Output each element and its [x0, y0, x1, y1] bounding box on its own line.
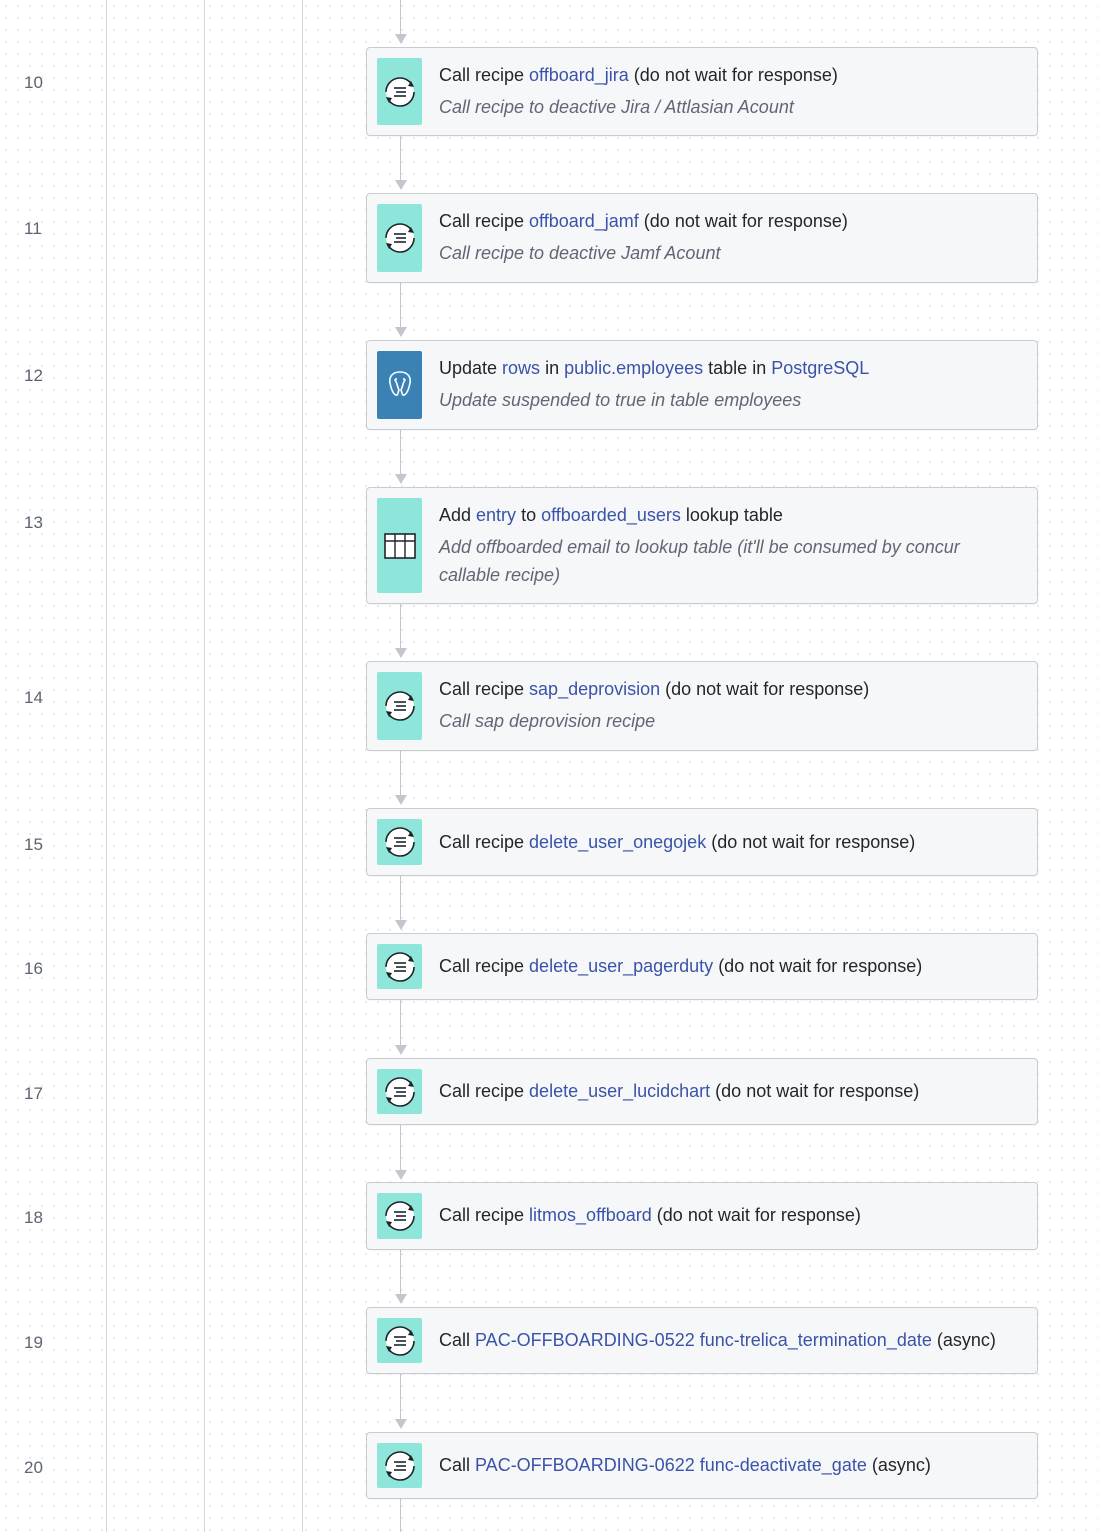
step-title-text: (do not wait for response): [651, 1205, 861, 1225]
step-title: Call recipe delete_user_onegojek (do not…: [439, 830, 1025, 854]
step-title-text: (do not wait for response): [638, 211, 848, 231]
step-link[interactable]: public.employees: [564, 358, 703, 378]
nesting-guide-line: [204, 0, 205, 1532]
step-link[interactable]: delete_user_pagerduty: [529, 956, 713, 976]
step-title-text: (do not wait for response): [706, 832, 916, 852]
nesting-guide-line: [106, 0, 107, 1532]
step-title-text: Call recipe: [439, 956, 530, 976]
step-link[interactable]: sap_deprovision: [529, 679, 660, 699]
step-title: Call recipe sap_deprovision (do not wait…: [439, 677, 1025, 701]
step-title: Add entry to offboarded_users lookup tab…: [439, 503, 1025, 527]
step-card[interactable]: Add entry to offboarded_users lookup tab…: [366, 487, 1038, 604]
step-title: Call recipe litmos_offboard (do not wait…: [439, 1203, 1025, 1227]
line-number: 14: [24, 688, 43, 707]
step-description: Call recipe to deactive Jamf Acount: [439, 243, 721, 263]
call-recipe-icon: [377, 1193, 422, 1239]
step-title-text: Call recipe: [439, 1205, 530, 1225]
line-number: 10: [24, 73, 43, 92]
step-link[interactable]: litmos_offboard: [529, 1205, 652, 1225]
step-title: Call PAC-OFFBOARDING-0522 func-trelica_t…: [439, 1328, 1025, 1352]
call-recipe-icon: [377, 819, 422, 865]
step-card[interactable]: Call recipe offboard_jamf (do not wait f…: [366, 193, 1038, 283]
step-title-text: Call recipe: [439, 65, 530, 85]
step-title-text: (do not wait for response): [628, 65, 838, 85]
step-link[interactable]: offboard_jira: [529, 65, 629, 85]
step-link[interactable]: delete_user_lucidchart: [529, 1081, 710, 1101]
line-number: 16: [24, 959, 43, 978]
step-title-text: Call recipe: [439, 832, 530, 852]
step-description: Call recipe to deactive Jira / Attlasian…: [439, 97, 794, 117]
step-title-text: Call recipe: [439, 679, 530, 699]
line-number: 12: [24, 366, 43, 385]
step-link[interactable]: PAC-OFFBOARDING-0622 func-deactivate_gat…: [475, 1455, 867, 1475]
step-title: Update rows in public.employees table in…: [439, 356, 1025, 380]
step-link[interactable]: entry: [476, 505, 516, 525]
step-card[interactable]: Call recipe offboard_jira (do not wait f…: [366, 47, 1038, 136]
step-card[interactable]: Call recipe litmos_offboard (do not wait…: [366, 1182, 1038, 1250]
step-title: Call recipe delete_user_pagerduty (do no…: [439, 954, 1025, 978]
line-number: 18: [24, 1208, 43, 1227]
step-title-text: to: [516, 505, 542, 525]
line-number: 15: [24, 835, 43, 854]
step-title-text: Update: [439, 358, 503, 378]
nesting-guide-line: [302, 0, 303, 1532]
step-card[interactable]: Call recipe sap_deprovision (do not wait…: [366, 661, 1038, 751]
lookup-table-icon: [377, 498, 422, 593]
call-recipe-icon: [377, 204, 422, 272]
step-link[interactable]: rows: [502, 358, 540, 378]
call-recipe-icon: [377, 1443, 422, 1488]
step-title: Call recipe delete_user_lucidchart (do n…: [439, 1079, 1025, 1103]
step-card[interactable]: Call recipe delete_user_onegojek (do not…: [366, 808, 1038, 876]
call-recipe-icon: [377, 1069, 422, 1114]
step-title-text: lookup table: [680, 505, 783, 525]
step-title: Call PAC-OFFBOARDING-0622 func-deactivat…: [439, 1453, 1025, 1477]
line-number: 20: [24, 1458, 43, 1477]
step-card[interactable]: Update rows in public.employees table in…: [366, 340, 1038, 430]
line-number: 11: [24, 219, 42, 238]
step-title-text: Call recipe: [439, 211, 530, 231]
step-card[interactable]: Call recipe delete_user_lucidchart (do n…: [366, 1058, 1038, 1125]
step-title-text: in: [540, 358, 565, 378]
postgresql-icon: [377, 351, 422, 419]
step-title-text: (do not wait for response): [710, 1081, 920, 1101]
line-number: 13: [24, 513, 43, 532]
step-card[interactable]: Call recipe delete_user_pagerduty (do no…: [366, 933, 1038, 1000]
step-title-text: (do not wait for response): [660, 679, 870, 699]
step-title-text: Add: [439, 505, 477, 525]
step-link[interactable]: offboard_jamf: [529, 211, 639, 231]
step-title-text: Call: [439, 1330, 476, 1350]
step-link[interactable]: PostgreSQL: [771, 358, 869, 378]
step-link[interactable]: offboarded_users: [541, 505, 681, 525]
call-recipe-icon: [377, 672, 422, 740]
step-title: Call recipe offboard_jamf (do not wait f…: [439, 209, 1025, 233]
step-description: Update suspended to true in table employ…: [439, 390, 802, 410]
line-number: 19: [24, 1333, 43, 1352]
step-title-text: (async): [866, 1455, 931, 1475]
call-recipe-icon: [377, 944, 422, 989]
step-title-text: (async): [931, 1330, 996, 1350]
step-link[interactable]: delete_user_onegojek: [529, 832, 706, 852]
step-title: Call recipe offboard_jira (do not wait f…: [439, 63, 1025, 87]
step-link[interactable]: PAC-OFFBOARDING-0522 func-trelica_termin…: [475, 1330, 932, 1350]
line-number: 17: [24, 1084, 43, 1103]
call-recipe-icon: [377, 58, 422, 125]
step-card[interactable]: Call PAC-OFFBOARDING-0522 func-trelica_t…: [366, 1307, 1038, 1374]
step-card[interactable]: Call PAC-OFFBOARDING-0622 func-deactivat…: [366, 1432, 1038, 1499]
step-title-text: Call recipe: [439, 1081, 530, 1101]
step-title-text: (do not wait for response): [713, 956, 923, 976]
step-title-text: table in: [703, 358, 772, 378]
step-title-text: Call: [439, 1455, 476, 1475]
call-recipe-icon: [377, 1318, 422, 1363]
step-description: Add offboarded email to lookup table (it…: [439, 537, 960, 585]
step-description: Call sap deprovision recipe: [439, 711, 656, 731]
